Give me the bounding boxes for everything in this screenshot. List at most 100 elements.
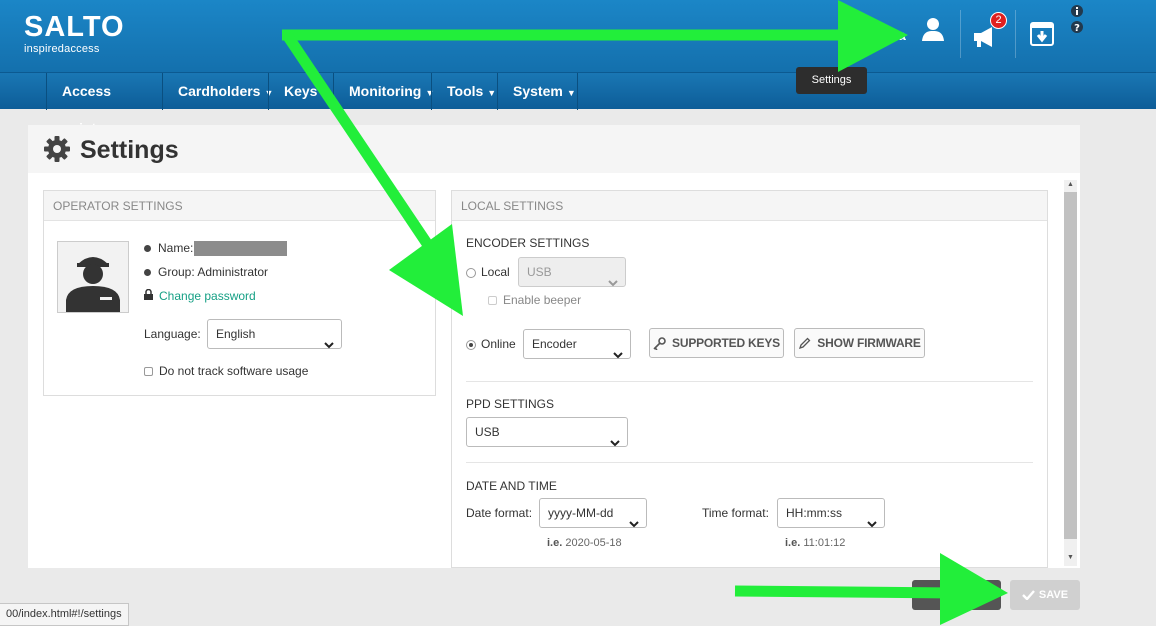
date-time-title: DATE AND TIME	[466, 479, 557, 493]
local-settings-header: LOCAL SETTINGS	[452, 191, 1047, 221]
status-bar-url: 00/index.html#!/settings	[0, 603, 129, 626]
ppd-settings-title: PPD SETTINGS	[466, 397, 555, 411]
local-port-value: USB	[527, 265, 552, 279]
user-icon[interactable]	[922, 17, 944, 46]
change-password-link[interactable]: Change password	[159, 289, 256, 303]
nav-label: Monitoring	[349, 83, 422, 99]
chevron-down-icon	[629, 510, 639, 538]
megaphone-icon[interactable]	[972, 26, 998, 53]
nav-divider	[577, 73, 578, 110]
language-value: English	[216, 327, 256, 341]
operator-settings-panel: OPERATOR SETTINGS Name: Group: Administr…	[43, 190, 436, 396]
local-port-select[interactable]: USB	[518, 257, 626, 287]
scroll-up-icon[interactable]: ▲	[1067, 181, 1074, 188]
online-encoder-value: Encoder	[532, 337, 577, 351]
header-divider	[1015, 10, 1016, 58]
bullet-icon	[144, 269, 151, 277]
save-button[interactable]: SAVE	[1010, 580, 1080, 610]
download-window-icon[interactable]	[1030, 22, 1054, 51]
settings-tooltip: Settings	[796, 67, 867, 94]
time-format-select[interactable]: HH:mm:ss	[777, 498, 885, 528]
enable-beeper-checkbox[interactable]	[488, 296, 497, 306]
online-radio[interactable]: Online	[466, 337, 516, 351]
online-label: Online	[481, 337, 516, 351]
salto-logo[interactable]: SALTO inspiredaccess	[24, 12, 125, 56]
language-label: Language:	[144, 327, 201, 341]
name-row: Name:	[144, 241, 193, 255]
show-firmware-label: SHOW FIRMWARE	[817, 336, 921, 350]
name-label: Name:	[158, 241, 194, 255]
local-radio[interactable]: Local	[466, 265, 510, 279]
top-bar: SALTO inspiredaccess a 2 ?	[0, 0, 1156, 72]
time-example: i.e. 11:01:12	[785, 537, 845, 549]
change-password-row: Change password	[144, 288, 256, 303]
pencil-icon	[799, 337, 811, 350]
page-title: Settings	[80, 136, 179, 164]
nav-cardholders[interactable]: Cardholders ▼	[162, 73, 273, 110]
supported-keys-label: SUPPORTED KEYS	[672, 336, 780, 350]
local-label: Local	[481, 265, 510, 279]
track-usage-row[interactable]: Do not track software usage	[144, 364, 308, 378]
header-divider	[960, 10, 961, 58]
time-format-value: HH:mm:ss	[786, 506, 842, 520]
enable-beeper-label: Enable beeper	[503, 293, 582, 307]
nav-keys[interactable]: Keys	[268, 73, 333, 110]
encoder-settings-title: ENCODER SETTINGS	[466, 236, 590, 250]
local-settings-panel: LOCAL SETTINGS ENCODER SETTINGS Local US…	[451, 190, 1048, 568]
gear-icon	[44, 136, 70, 167]
chevron-down-icon	[867, 510, 877, 538]
scrollbar-thumb[interactable]	[1064, 192, 1077, 539]
logo-main-text: SALTO	[24, 11, 125, 43]
track-usage-label: Do not track software usage	[159, 364, 309, 378]
operator-settings-header: OPERATOR SETTINGS	[44, 191, 435, 221]
time-example-value: 11:01:12	[803, 537, 846, 549]
enable-beeper-row[interactable]: Enable beeper	[488, 293, 581, 307]
ppd-value: USB	[475, 425, 500, 439]
nav-label: Cardholders	[178, 83, 261, 99]
track-usage-checkbox[interactable]	[144, 367, 153, 377]
nav-tools[interactable]: Tools ▼	[431, 73, 497, 110]
time-format-label: Time format:	[702, 506, 769, 520]
lock-icon	[144, 288, 153, 303]
date-format-select[interactable]: yyyy-MM-dd	[539, 498, 647, 528]
scroll-down-icon[interactable]: ▼	[1067, 554, 1074, 561]
date-example: i.e. 2020-05-18	[547, 537, 622, 549]
nav-label: System	[513, 83, 563, 99]
chevron-down-icon	[608, 269, 618, 297]
nav-label: Tools	[447, 83, 484, 99]
time-example-prefix: i.e.	[785, 537, 801, 549]
nav-access-points[interactable]: Access points▼	[46, 73, 162, 136]
help-icon[interactable]: ?	[1070, 20, 1084, 39]
online-radio-button[interactable]	[466, 339, 476, 350]
section-divider	[466, 381, 1033, 382]
secondary-button[interactable]	[912, 580, 1001, 610]
chevron-down-icon	[613, 341, 623, 369]
save-label: SAVE	[1038, 589, 1069, 601]
svg-text:?: ?	[1074, 23, 1080, 34]
logo-sub-text: inspiredaccess	[24, 43, 100, 55]
notification-badge: 2	[990, 12, 1007, 29]
check-icon	[1022, 590, 1035, 601]
chevron-down-icon	[324, 331, 334, 359]
nav-monitoring[interactable]: Monitoring ▼	[333, 73, 434, 110]
chevron-down-icon: ▼	[487, 88, 497, 98]
avatar	[57, 241, 129, 313]
online-encoder-select[interactable]: Encoder	[523, 329, 631, 359]
group-label: Group: Administrator	[158, 265, 269, 279]
local-radio-button[interactable]	[466, 267, 476, 278]
user-name[interactable]: a	[898, 27, 906, 43]
date-example-value: 2020-05-18	[565, 537, 622, 549]
ppd-select[interactable]: USB	[466, 417, 628, 447]
operator-avatar-icon	[66, 257, 120, 312]
chevron-down-icon	[610, 429, 620, 457]
date-format-value: yyyy-MM-dd	[548, 506, 614, 520]
nav-label: Keys	[284, 83, 318, 99]
language-select[interactable]: English	[207, 319, 342, 349]
supported-keys-button[interactable]: SUPPORTED KEYS	[649, 328, 784, 358]
chevron-down-icon: ▼	[566, 88, 576, 98]
show-firmware-button[interactable]: SHOW FIRMWARE	[794, 328, 925, 358]
bullet-icon	[144, 245, 151, 253]
main-nav: Access points▼ Cardholders▼ Keys Monitor…	[0, 72, 1156, 136]
nav-system[interactable]: System ▼	[497, 73, 577, 110]
key-icon	[653, 337, 666, 351]
